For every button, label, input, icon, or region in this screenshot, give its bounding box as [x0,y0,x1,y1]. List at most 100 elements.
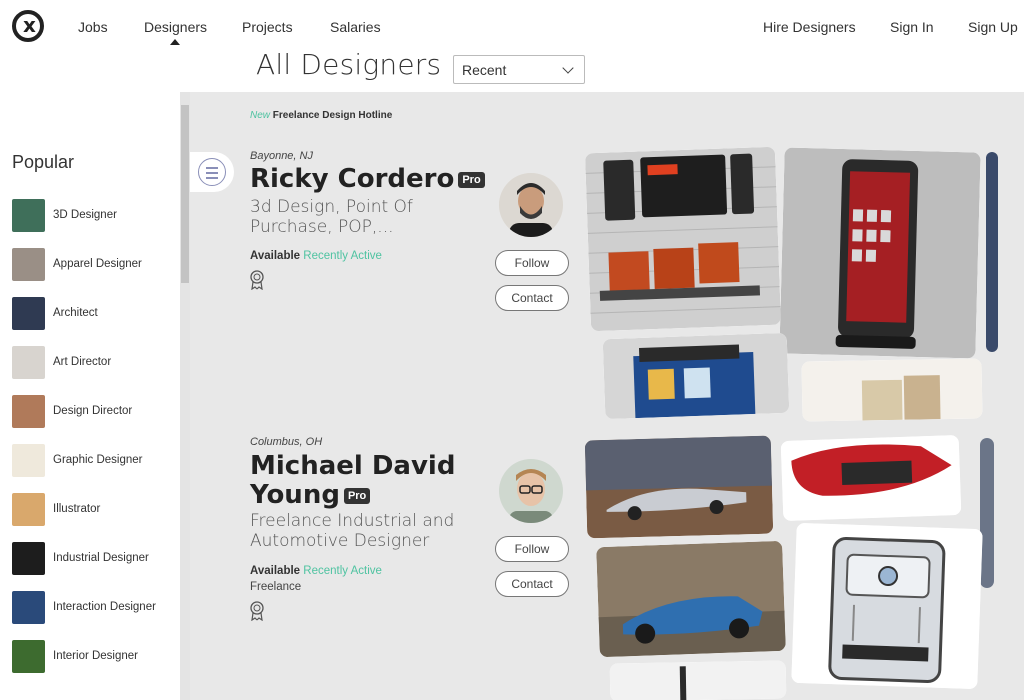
category-thumbnail [12,541,45,575]
category-thumbnail [12,345,45,379]
activity-status: Recently Active [303,250,382,262]
category-thumbnail [12,198,45,232]
nav-link-salaries[interactable]: Salaries [330,19,381,35]
sidebar-scroll-thumb[interactable] [181,105,189,283]
award-icon [250,270,264,290]
portfolio-artwork [602,332,790,420]
sidebar-item-art-director[interactable]: Art Director [12,344,177,380]
designer-description-line: 3d Design, Point Of [250,197,413,217]
work-status: Freelance [250,581,302,593]
filter-button[interactable] [190,152,234,192]
contact-button[interactable]: Contact [495,285,569,311]
sidebar-item-label: Design Director [53,405,133,417]
sidebar-item-illustrator[interactable]: Illustrator [12,491,177,527]
designer-description-line: Freelance Industrial and [250,511,455,531]
sidebar-item-apparel-designer[interactable]: Apparel Designer [12,246,177,282]
availability-label: Available [250,565,301,577]
designer-name[interactable]: Michael David Young Pro [250,452,455,510]
sidebar-item-industrial-designer[interactable]: Industrial Designer [12,540,177,576]
sidebar-item-graphic-designer[interactable]: Graphic Designer [12,442,177,478]
portfolio-artwork [986,152,998,352]
portfolio-artwork [980,438,994,588]
hotline-new-tag: New [250,110,271,121]
follow-button[interactable]: Follow [495,536,569,562]
avatar[interactable] [499,459,563,523]
designer-name[interactable]: Ricky Cordero Pro [250,165,485,194]
category-thumbnail [12,296,45,330]
portfolio-image[interactable] [596,540,786,658]
follow-button[interactable]: Follow [495,250,569,276]
designer-name-text: Ricky Cordero [250,164,455,194]
category-thumbnail [12,247,45,281]
nav-link-hire-designers[interactable]: Hire Designers [763,19,856,35]
category-thumbnail [12,492,45,526]
sort-select-value: Recent [462,62,507,78]
designer-description: 3d Design, Point Of Purchase, POP,... [250,197,413,237]
category-thumbnail [12,443,45,477]
category-thumbnail [12,394,45,428]
sidebar-item-label: Art Director [53,356,112,368]
nav-link-projects[interactable]: Projects [242,19,293,35]
designer-description-line: Purchase, POP,... [250,217,394,237]
logo[interactable]: x [12,10,44,42]
nav-link-designers[interactable]: Designers [144,19,207,35]
designer-name-text: Young [250,480,340,510]
avatar-photo [499,173,563,237]
designer-list: New Freelance Design Hotline Bayonne, NJ… [190,92,1024,700]
availability: Available Recently Active [250,250,382,262]
sidebar-item-interaction-designer[interactable]: Interaction Designer [12,589,177,625]
sidebar-title: Popular [12,152,75,172]
sidebar-item-label: Interior Designer [53,650,139,662]
pro-badge: Pro [343,487,371,504]
portfolio-artwork [791,522,983,690]
sort-select[interactable]: Recent [453,55,585,84]
chevron-down-icon [562,62,574,74]
category-thumbnail [12,590,45,624]
sidebar-item-architect[interactable]: Architect [12,295,177,331]
portfolio-image[interactable] [609,660,787,700]
sidebar-item-3d-designer[interactable]: 3D Designer [12,197,177,233]
portfolio-image[interactable] [779,147,981,359]
portfolio-image[interactable] [791,522,983,690]
designer-name-text: Michael David [250,451,456,481]
sidebar: Popular 3D Designer Apparel Designer Arc… [0,92,180,700]
sidebar-item-label: Graphic Designer [53,454,143,466]
portfolio-artwork [780,434,962,522]
portfolio-artwork [609,660,787,700]
sidebar-item-label: Industrial Designer [53,552,149,564]
designer-location: Bayonne, NJ [250,150,313,162]
hotline-label: Freelance Design Hotline [272,110,393,121]
availability-label: Available [250,250,301,262]
nav-link-jobs[interactable]: Jobs [78,19,108,35]
portfolio-image[interactable] [986,152,998,352]
designer-description-line: Automotive Designer [250,531,430,551]
sidebar-item-design-director[interactable]: Design Director [12,393,177,429]
portfolio-artwork [779,147,981,359]
page-title: All Designers [256,48,442,81]
nav-link-sign-up[interactable]: Sign Up [968,19,1018,35]
portfolio-image[interactable] [980,438,994,588]
portfolio-image[interactable] [584,435,774,539]
portfolio-artwork [584,435,774,539]
portfolio-image[interactable] [780,434,962,522]
award-icon [250,601,264,621]
contact-button[interactable]: Contact [495,571,569,597]
activity-status: Recently Active [303,565,382,577]
hotline-link[interactable]: New Freelance Design Hotline [250,110,392,121]
sidebar-item-label: Architect [53,307,98,319]
sliders-icon [198,158,226,186]
designer-location: Columbus, OH [250,436,323,448]
sidebar-item-label: Illustrator [53,503,101,515]
avatar-photo [499,459,563,523]
portfolio-image[interactable] [602,332,790,420]
portfolio-image[interactable] [584,146,782,332]
sidebar-item-interior-designer[interactable]: Interior Designer [12,638,177,674]
portfolio-artwork [596,540,786,658]
pro-badge: Pro [458,171,485,188]
active-caret-icon [170,39,180,45]
portfolio-artwork [584,146,782,332]
avatar[interactable] [499,173,563,237]
category-thumbnail [12,639,45,673]
nav-link-sign-in[interactable]: Sign In [890,19,934,35]
portfolio-image[interactable] [801,358,983,422]
